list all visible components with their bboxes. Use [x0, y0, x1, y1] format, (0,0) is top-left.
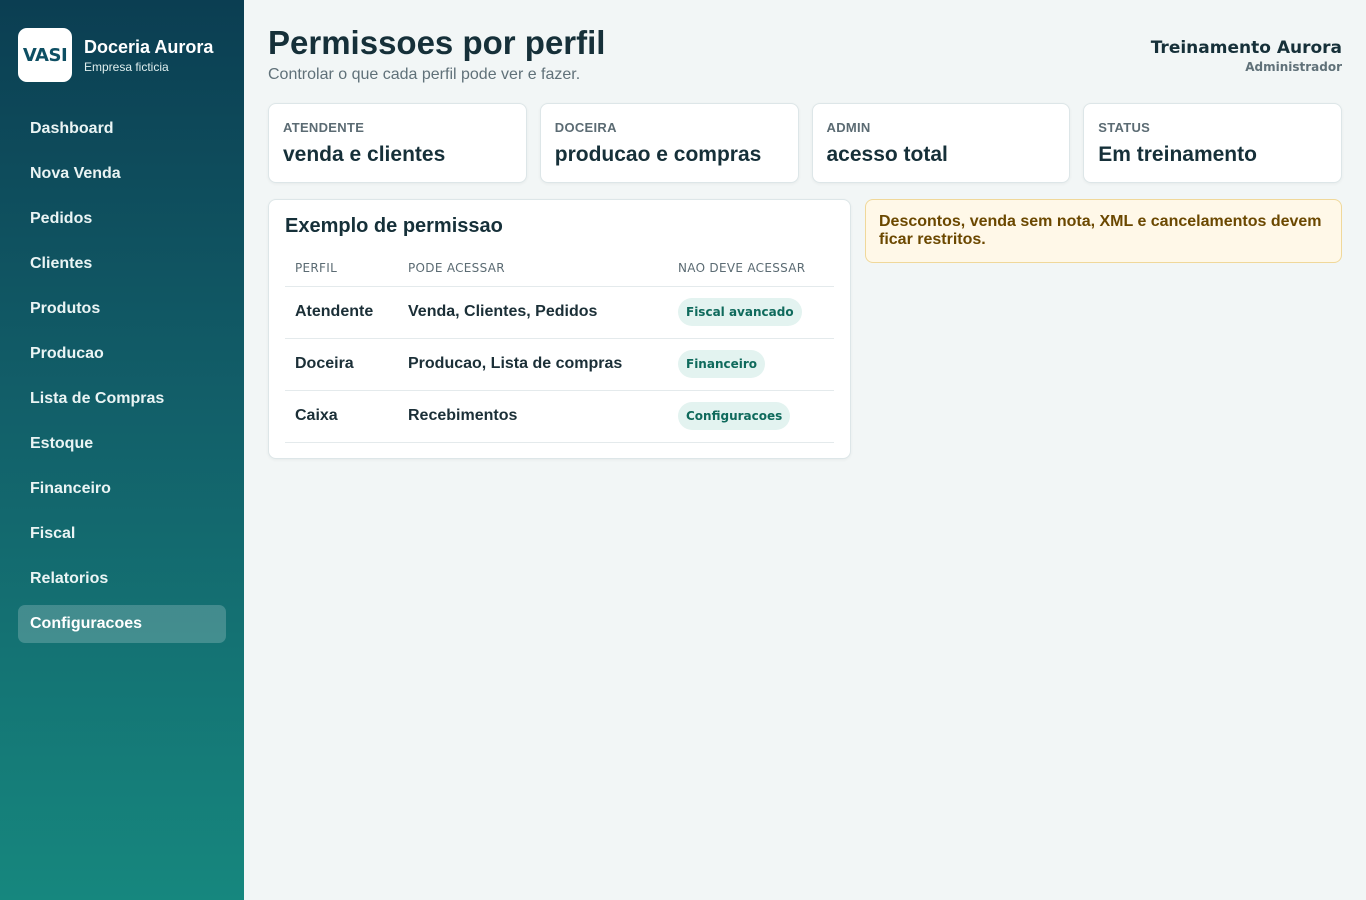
sidebar-item-fiscal[interactable]: Fiscal — [18, 515, 226, 553]
brand-text: Doceria Aurora Empresa ficticia — [84, 36, 213, 74]
card-label: DOCEIRA — [554, 120, 617, 135]
permissions-panel: Exemplo de permissao PERFIL PODE ACESSAR… — [268, 199, 851, 459]
table-header-row: PERFIL PODE ACESSAR NAO DEVE ACESSAR — [285, 250, 834, 287]
column-header-nao-deve-acessar: NAO DEVE ACESSAR — [668, 250, 834, 287]
page-subtitle: Controlar o que cada perfil pode ver e f… — [268, 66, 581, 83]
cell-nao-deve-acessar: Configuracoes — [668, 390, 834, 443]
brand: VASI Doceria Aurora Empresa ficticia — [18, 28, 213, 82]
permissions-table: PERFIL PODE ACESSAR NAO DEVE ACESSAR Ate… — [285, 250, 834, 443]
card-atendente: ATENDENTE venda e clientes — [268, 103, 527, 183]
restriction-badge: Fiscal avancado — [678, 298, 802, 326]
table-row: Doceira Producao, Lista de compras Finan… — [285, 338, 834, 391]
column-header-pode-acessar: PODE ACESSAR — [398, 250, 668, 287]
summary-cards: ATENDENTE venda e clientes DOCEIRA produ… — [268, 103, 1342, 183]
card-label: ADMIN — [826, 120, 871, 135]
cell-pode-acessar: Recebimentos — [398, 390, 668, 443]
cell-pode-acessar: Venda, Clientes, Pedidos — [398, 286, 668, 339]
sidebar-item-financeiro[interactable]: Financeiro — [18, 470, 226, 508]
sidebar-item-lista-de-compras[interactable]: Lista de Compras — [18, 380, 226, 418]
column-header-perfil: PERFIL — [285, 250, 398, 287]
cell-perfil: Caixa — [285, 390, 398, 443]
card-doceira: DOCEIRA producao e compras — [539, 103, 799, 183]
sidebar-item-producao[interactable]: Producao — [18, 335, 226, 373]
sidebar-nav: Dashboard Nova Venda Pedidos Clientes Pr… — [18, 110, 226, 650]
page-title: Permissoes por perfil — [268, 24, 606, 61]
warning-alert: Descontos, venda sem nota, XML e cancela… — [865, 199, 1342, 263]
sidebar-item-configuracoes[interactable]: Configuracoes — [18, 605, 226, 643]
card-value: venda e clientes — [283, 143, 446, 166]
sidebar-item-nova-venda[interactable]: Nova Venda — [18, 155, 226, 193]
sidebar-item-clientes[interactable]: Clientes — [18, 245, 226, 283]
sidebar: VASI Doceria Aurora Empresa ficticia Das… — [0, 0, 244, 900]
table-row: Atendente Venda, Clientes, Pedidos Fisca… — [285, 286, 834, 339]
sidebar-item-estoque[interactable]: Estoque — [18, 425, 226, 463]
cell-nao-deve-acessar: Financeiro — [668, 338, 834, 391]
user-role: Administrador — [1245, 60, 1342, 74]
brand-logo: VASI — [18, 28, 72, 82]
card-status: STATUS Em treinamento — [1083, 103, 1342, 183]
card-label: STATUS — [1098, 120, 1151, 135]
cell-pode-acessar: Producao, Lista de compras — [398, 338, 668, 391]
sidebar-item-dashboard[interactable]: Dashboard — [18, 110, 226, 148]
brand-subtitle: Empresa ficticia — [84, 60, 169, 74]
sidebar-item-relatorios[interactable]: Relatorios — [18, 560, 226, 598]
sidebar-item-pedidos[interactable]: Pedidos — [18, 200, 226, 238]
card-value: producao e compras — [554, 143, 762, 166]
sidebar-item-produtos[interactable]: Produtos — [18, 290, 226, 328]
cell-nao-deve-acessar: Fiscal avancado — [668, 286, 834, 339]
restriction-badge: Financeiro — [678, 350, 766, 378]
brand-name: Doceria Aurora — [84, 37, 214, 57]
cell-perfil: Doceira — [285, 338, 398, 391]
panel-title: Exemplo de permissao — [285, 215, 503, 237]
card-label: ATENDENTE — [283, 120, 365, 135]
cell-perfil: Atendente — [285, 286, 398, 339]
user-name: Treinamento Aurora — [1150, 38, 1342, 58]
user-info: Treinamento Aurora Administrador — [1151, 38, 1342, 74]
table-row: Caixa Recebimentos Configuracoes — [285, 390, 834, 443]
card-value: acesso total — [826, 143, 948, 166]
card-admin: ADMIN acesso total — [811, 103, 1071, 183]
card-value: Em treinamento — [1098, 143, 1257, 166]
restriction-badge: Configuracoes — [678, 402, 791, 430]
